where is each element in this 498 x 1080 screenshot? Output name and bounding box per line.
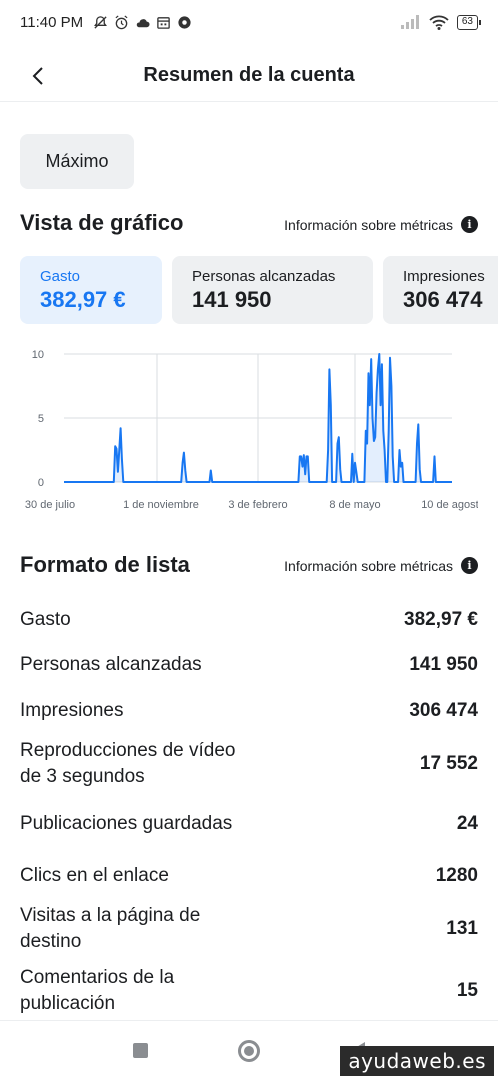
metric-card-label: Gasto [40, 268, 81, 285]
list-section-title: Formato de lista [20, 552, 190, 577]
status-bar: 11:40 PM 63 [0, 0, 498, 44]
signal-icon [400, 15, 419, 29]
chart-section-title: Vista de gráfico [20, 210, 184, 235]
metric-card-label: Personas alcanzadas [192, 268, 336, 285]
chart-svg: 10 5 0 30 de julio 1 de noviembre 3 de febrer… [25, 349, 485, 511]
home-icon[interactable] [238, 1039, 260, 1062]
list-item: Visitas a la página de destino 131 [20, 898, 478, 960]
list-item-value: 24 [456, 813, 478, 834]
list-item-value: 306 474 [409, 700, 478, 721]
chart-x-tick-label: 10 de agosto [421, 499, 478, 511]
list-item: Publicaciones guardadas 24 [20, 794, 478, 854]
list-item: Comentarios de la publicación 15 [20, 960, 478, 1022]
page-title: Resumen de la cuenta [143, 64, 355, 86]
list-item-value: 17 552 [419, 753, 478, 774]
list-item-label: Publicaciones guardadas [20, 813, 233, 834]
list-item: Clics en el enlace 1280 [20, 854, 478, 898]
back-button[interactable] [24, 62, 52, 90]
cloud-icon [136, 18, 150, 27]
metric-card-reach[interactable]: Personas alcanzadas 141 950 [172, 256, 373, 324]
chart-x-tick-label: 1 de noviembre [123, 499, 199, 511]
info-icon: i [461, 557, 478, 574]
list-item-label: Impresiones [20, 700, 124, 721]
list-item-label: Reproducciones de vídeo de 3 segundos [20, 740, 236, 787]
list-item-value: 131 [446, 918, 478, 939]
metric-card-label: Impresiones [403, 268, 485, 285]
battery-icon: 63 [456, 14, 482, 30]
list-item: Gasto 382,97 € [20, 598, 478, 642]
metric-card-value: 382,97 € [40, 287, 126, 312]
status-time: 11:40 PM [20, 13, 84, 31]
list-item: Reproducciones de vídeo de 3 segundos 17… [20, 734, 478, 794]
spend-chart[interactable]: 10 5 0 30 de julio 1 de noviembre 3 de febrer… [20, 340, 485, 518]
metric-cards: Gasto 382,97 € Personas alcanzadas 141 9… [20, 256, 498, 324]
chart-metrics-info-link[interactable]: Información sobre métricas i [284, 216, 478, 233]
list-item-label: Personas alcanzadas [20, 654, 202, 675]
list-metrics-info-link[interactable]: Información sobre métricas i [284, 557, 478, 574]
recents-icon[interactable] [133, 1043, 148, 1058]
list-item-value: 141 950 [409, 654, 478, 675]
list-item: Personas alcanzadas 141 950 [20, 642, 478, 688]
chart-y-tick-label: 10 [32, 349, 44, 361]
list-item-label: Visitas a la página de destino [20, 905, 201, 952]
info-link-label: Información sobre métricas [284, 216, 453, 233]
metric-card-value: 306 474 [403, 287, 483, 312]
list-item-label: Clics en el enlace [20, 865, 169, 886]
list-item-value: 382,97 € [404, 609, 478, 630]
app-header: Resumen de la cuenta [0, 50, 498, 102]
metrics-list: Gasto 382,97 € Personas alcanzadas 141 9… [20, 598, 478, 1022]
battery-level: 63 [461, 15, 473, 27]
settings-icon [178, 15, 191, 29]
list-item-label: Gasto [20, 609, 71, 630]
chart-y-tick-label: 5 [38, 413, 44, 425]
info-link-label: Información sobre métricas [284, 557, 453, 574]
list-item-label: Comentarios de la publicación [20, 967, 175, 1014]
list-item: Impresiones 306 474 [20, 688, 478, 734]
metric-card-spend[interactable]: Gasto 382,97 € [20, 256, 162, 324]
mute-icon [94, 15, 108, 29]
chart-x-tick-label: 3 de febrero [228, 499, 287, 511]
info-icon: i [461, 216, 478, 233]
chart-y-tick-label: 0 [38, 477, 44, 489]
chevron-left-icon [32, 67, 43, 85]
chart-x-tick-label: 8 de mayo [329, 499, 380, 511]
calendar-icon [157, 16, 170, 29]
metric-card-value: 141 950 [192, 287, 272, 312]
alarm-icon [115, 14, 128, 29]
list-item-value: 15 [456, 980, 478, 1001]
chart-x-tick-label: 30 de julio [25, 499, 75, 511]
list-item-value: 1280 [435, 865, 478, 886]
metric-card-impressions[interactable]: Impresiones 306 474 [383, 256, 498, 324]
wifi-icon [429, 15, 449, 30]
date-range-button[interactable]: Máximo [20, 134, 134, 189]
watermark: ayudaweb.es [340, 1046, 494, 1076]
